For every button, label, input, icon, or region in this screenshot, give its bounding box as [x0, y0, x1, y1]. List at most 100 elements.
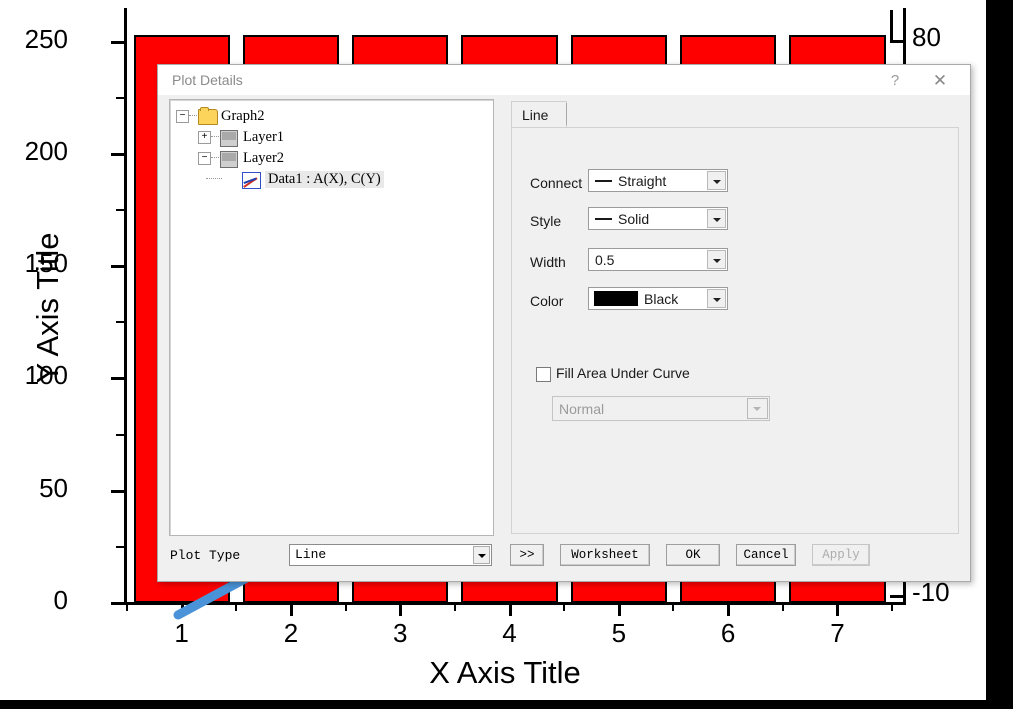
y-tick-major	[111, 377, 125, 381]
y-tick-label: 200	[24, 135, 68, 166]
color-value: Black	[644, 291, 679, 307]
tab-strip: Line	[506, 99, 958, 129]
y-tick-minor	[116, 209, 125, 212]
folder-icon	[198, 107, 218, 125]
y-tick-minor	[116, 321, 125, 324]
right-tick-label: -10	[912, 577, 950, 607]
tab-line-label: Line	[522, 107, 549, 123]
y-tick-major	[111, 489, 125, 493]
y-tick-minor	[116, 545, 125, 548]
width-label: Width	[530, 254, 566, 270]
tab-content-line: Connect Straight Style Solid Width 0.5 C…	[511, 127, 959, 534]
object-tree[interactable]: − Graph2 + Layer1 − Layer2 Data1 : A(X), C(Y)	[169, 99, 494, 536]
tree-connector	[189, 115, 197, 117]
x-tick-minor	[672, 602, 675, 611]
x-tick-major	[617, 602, 621, 616]
dialog-title: Plot Details	[172, 72, 243, 88]
x-tick-minor	[126, 602, 128, 611]
chevron-down-icon[interactable]	[707, 289, 726, 308]
style-label: Style	[530, 213, 562, 229]
x-tick-major	[508, 602, 512, 616]
plot-type-label: Plot Type	[170, 548, 241, 563]
x-tick-label: 7	[830, 618, 845, 648]
tree-node[interactable]: − Graph2	[170, 106, 493, 127]
x-tick-label: 5	[611, 618, 627, 648]
x-tick-major	[727, 602, 731, 616]
help-icon[interactable]: ?	[882, 70, 908, 92]
y-tick-major	[111, 40, 125, 44]
properties-panel: Line Connect Straight Style Solid Width	[506, 99, 959, 534]
tree-connector	[211, 157, 219, 159]
button-apply: Apply	[812, 544, 870, 566]
chevron-down-icon[interactable]	[707, 171, 726, 190]
tab-line[interactable]: Line	[511, 101, 567, 129]
width-dropdown[interactable]: 0.5	[588, 248, 728, 271]
color-label: Color	[530, 293, 564, 309]
tree-node-label: Data1 : A(X), C(Y)	[265, 171, 384, 188]
y-tick-minor	[116, 433, 125, 436]
tab-separator	[566, 103, 567, 125]
button-[interactable]: >>	[510, 544, 544, 566]
x-tick-label: 4	[502, 618, 517, 648]
y-tick-label: 50	[39, 472, 68, 503]
chevron-down-icon[interactable]	[747, 398, 768, 419]
chevron-down-icon[interactable]	[707, 209, 726, 228]
dialog-titlebar: Plot Details ? ✕	[158, 65, 970, 95]
tree-node[interactable]: + Layer1	[170, 127, 493, 148]
y-tick-minor	[116, 96, 125, 99]
y-tick-major	[111, 602, 125, 605]
plot-type-value: Line	[295, 547, 327, 562]
layer-icon	[220, 130, 238, 147]
x-tick-minor	[891, 602, 894, 611]
expand-icon[interactable]: +	[198, 131, 211, 144]
color-swatch	[594, 291, 638, 306]
layer-icon	[220, 151, 238, 168]
x-tick-label: 6	[720, 618, 736, 648]
image-border-bottom	[0, 700, 1013, 709]
fill-mode-dropdown[interactable]: Normal	[552, 396, 770, 421]
color-dropdown[interactable]: Black	[588, 287, 728, 310]
x-tick-label: 3	[393, 618, 408, 648]
tree-node-label: Layer2	[243, 150, 285, 166]
x-tick-major	[399, 602, 403, 616]
x-tick-minor	[563, 602, 566, 611]
connect-value: Straight	[618, 173, 667, 189]
connect-label: Connect	[530, 175, 583, 191]
y-tick-label: 250	[24, 23, 68, 54]
x-tick-minor	[453, 602, 456, 611]
x-tick-minor	[344, 602, 347, 611]
y-tick-label: 0	[53, 585, 68, 615]
x-tick-minor	[781, 602, 784, 611]
image-border-right	[986, 0, 1013, 709]
fill-area-label: Fill Area Under Curve	[556, 365, 690, 381]
right-tick-major	[890, 595, 906, 598]
collapse-icon[interactable]: −	[176, 110, 189, 123]
button-cancel[interactable]: Cancel	[736, 544, 796, 566]
chevron-down-icon[interactable]	[473, 546, 490, 564]
tree-node-label: Graph2	[221, 108, 265, 124]
tree-connector	[211, 136, 219, 138]
plot-details-dialog: Plot Details ? ✕ − Graph2 + Layer1 − Layer2 Da…	[157, 64, 971, 582]
tree-node-label: Layer1	[243, 129, 285, 145]
y-axis-title: Y Axis Title	[30, 232, 65, 384]
collapse-icon[interactable]: −	[198, 152, 211, 165]
line-preview-style-icon	[595, 218, 612, 220]
width-value: 0.5	[595, 252, 615, 268]
line-preview-connect-icon	[595, 180, 612, 182]
y-tick-major	[111, 152, 125, 156]
connect-dropdown[interactable]: Straight	[588, 169, 728, 192]
plot-type-dropdown[interactable]: Line	[289, 544, 492, 566]
button-ok[interactable]: OK	[666, 544, 720, 566]
tree-node[interactable]: − Layer2	[170, 148, 493, 169]
button-worksheet[interactable]: Worksheet	[560, 544, 650, 566]
tree-node[interactable]: Data1 : A(X), C(Y)	[170, 169, 493, 190]
fill-mode-value: Normal	[559, 401, 605, 417]
style-dropdown[interactable]: Solid	[588, 207, 728, 230]
right-axis-cap	[890, 10, 893, 42]
chevron-down-icon[interactable]	[707, 250, 726, 269]
x-tick-major	[836, 602, 840, 616]
dialog-footer: Plot Type Line >> Worksheet OK Cancel Apply	[158, 539, 970, 579]
tree-connector	[206, 178, 222, 180]
close-icon[interactable]: ✕	[926, 70, 954, 92]
fill-area-checkbox[interactable]	[536, 367, 551, 382]
